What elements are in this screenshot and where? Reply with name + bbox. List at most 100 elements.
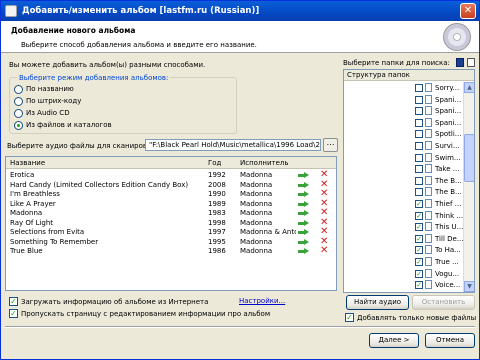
folder-item[interactable]: ✓ True ... (344, 257, 474, 269)
folder-item[interactable]: ✓ Thief ... (344, 199, 474, 211)
stop-button[interactable]: Остановить (412, 295, 475, 310)
folder-item[interactable]: Spani... (344, 117, 474, 130)
folder-checkbox[interactable]: ✓ (415, 281, 423, 290)
row-artist: Madonna (240, 237, 273, 246)
add-arrow-icon[interactable] (298, 238, 309, 246)
scroll-thumb[interactable] (464, 134, 474, 182)
folder-item[interactable]: Survi... (344, 141, 474, 153)
folder-item[interactable]: ✓ Think ... (344, 210, 474, 223)
row-title: Erotica (10, 171, 35, 179)
title-bar[interactable]: Добавить/изменить альбом [lastfm.ru (Rus… (1, 1, 479, 21)
scan-path-input[interactable]: "F:\Black Pearl Hold\Music\metallica\199… (145, 139, 321, 151)
table-row[interactable]: Madonna 1983 Madonna ✕ (6, 207, 336, 219)
cancel-button[interactable]: Отмена (425, 333, 475, 348)
table-row[interactable]: Ray Of Light 1998 Madonna ✕ (6, 217, 336, 229)
next-button[interactable]: Далее > (369, 333, 419, 348)
browse-button[interactable]: ⋯ (323, 138, 338, 152)
find-audio-button[interactable]: Найти аудио (346, 295, 409, 310)
file-icon (425, 268, 432, 278)
row-title: Hard Candy (Limited Collectors Edition C… (10, 180, 189, 189)
add-arrow-icon[interactable] (298, 248, 309, 255)
skip-page-checkbox[interactable]: ✓ (9, 309, 18, 318)
folder-checkbox[interactable] (415, 118, 423, 127)
folder-checkbox[interactable]: ✓ (415, 258, 423, 266)
folder-checkbox[interactable] (415, 153, 423, 162)
col-year[interactable]: Год (208, 159, 221, 167)
radio-from-cd-label: Из Audio CD (26, 109, 70, 117)
col-title[interactable]: Название (10, 159, 45, 167)
file-icon (425, 222, 432, 232)
folder-item[interactable]: The B... (344, 175, 474, 188)
folder-checkbox[interactable] (415, 165, 423, 174)
radio-by-name[interactable] (14, 85, 23, 94)
tree-scrollbar[interactable]: ▲ ▼ (463, 82, 474, 292)
row-year: 1989 (208, 199, 226, 208)
add-arrow-icon[interactable] (298, 229, 309, 236)
row-title: Selections from Evita (10, 228, 85, 236)
file-icon (425, 141, 432, 150)
table-row[interactable]: Like A Prayer 1989 Madonna ✕ (6, 198, 336, 210)
row-artist: Madonna (240, 180, 273, 189)
load-info-checkbox[interactable]: ✓ (9, 297, 18, 306)
folder-checkbox[interactable]: ✓ (415, 246, 423, 255)
table-row[interactable]: True Blue 1986 Madonna ✕ (6, 245, 336, 257)
radio-from-cd[interactable] (14, 109, 23, 118)
only-new-checkbox[interactable]: ✓ (345, 313, 354, 322)
add-arrow-icon[interactable] (298, 219, 309, 227)
folder-item[interactable]: ✓ Till De... (344, 233, 474, 246)
folder-item[interactable]: Take ... (344, 164, 474, 176)
table-row[interactable]: Something To Remember 1995 Madonna ✕ (6, 236, 336, 248)
folder-item[interactable]: ✓ Vogu... (344, 268, 474, 281)
table-row[interactable]: Selections from Evita 1997 Madonna & Ant… (6, 226, 336, 238)
folder-checkbox[interactable]: ✓ (415, 211, 423, 220)
radio-from-files[interactable] (14, 121, 23, 130)
table-row[interactable]: I'm Breathless 1990 Madonna ✕ (6, 188, 336, 200)
folder-checkbox[interactable] (415, 107, 423, 116)
folder-item[interactable]: ✓ To Ha... (344, 245, 474, 257)
close-button[interactable]: ✕ (460, 3, 476, 19)
col-artist[interactable]: Исполнитель (240, 159, 289, 167)
remove-icon[interactable]: ✕ (320, 245, 328, 256)
add-arrow-icon[interactable] (298, 191, 309, 198)
add-arrow-icon[interactable] (298, 181, 309, 189)
header-subtitle: Выберите способ добавления альбома и вве… (21, 41, 257, 49)
radio-from-files-label: Из файлов и каталогов (26, 121, 112, 129)
add-arrow-icon[interactable] (298, 172, 309, 179)
scroll-up-icon[interactable]: ▲ (464, 82, 474, 93)
folder-checkbox[interactable] (415, 188, 423, 197)
folder-item[interactable]: Spani... (344, 94, 474, 107)
add-arrow-icon[interactable] (298, 200, 309, 208)
radio-by-name-label: По названию (26, 85, 74, 93)
folder-label: Vogu... (435, 269, 460, 278)
folder-item[interactable]: Spotli... (344, 129, 474, 141)
table-row[interactable]: Hard Candy (Limited Collectors Edition C… (6, 179, 336, 191)
row-year: 1998 (208, 218, 226, 227)
album-table: Название Год Исполнитель Erotica 1992 Ma… (5, 156, 337, 291)
folder-checkbox[interactable] (415, 130, 423, 139)
skip-page-label: Пропускать страницу с редактированием ин… (21, 310, 271, 318)
folder-checkbox[interactable]: ✓ (415, 234, 423, 243)
add-arrow-icon[interactable] (298, 210, 309, 217)
folder-item[interactable]: ✓ This U... (344, 222, 474, 234)
row-artist: Madonna (240, 171, 273, 179)
folder-item[interactable]: Swim... (344, 152, 474, 165)
radio-by-barcode[interactable] (14, 97, 23, 106)
table-row[interactable]: Erotica 1992 Madonna ✕ (6, 169, 336, 181)
blank-doc-icon[interactable] (467, 58, 475, 67)
save-icon[interactable] (456, 58, 464, 67)
folder-item[interactable]: The B... (344, 187, 474, 199)
folder-checkbox[interactable] (415, 142, 423, 150)
scroll-down-icon[interactable]: ▼ (464, 281, 474, 292)
folder-checkbox[interactable]: ✓ (415, 269, 423, 278)
folder-checkbox[interactable]: ✓ (415, 200, 423, 208)
folder-item[interactable]: Sorry... (344, 83, 474, 95)
folder-label: The B... (435, 188, 462, 197)
folder-checkbox[interactable] (415, 84, 423, 92)
folder-item[interactable]: Spani... (344, 106, 474, 118)
folder-checkbox[interactable] (415, 95, 423, 104)
file-icon (425, 245, 432, 255)
folder-checkbox[interactable] (415, 176, 423, 185)
folder-item[interactable]: ✓ Voice... (344, 280, 474, 292)
folder-checkbox[interactable]: ✓ (415, 223, 423, 232)
settings-link[interactable]: Настройки... (239, 297, 285, 305)
